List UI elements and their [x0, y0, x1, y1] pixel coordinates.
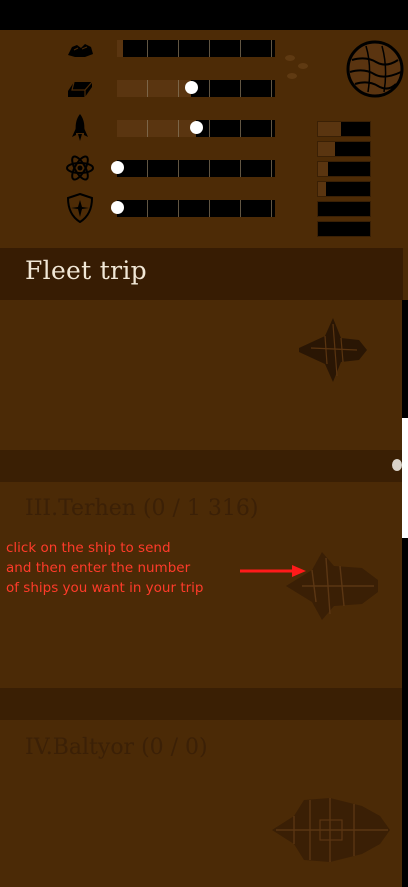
atom-icon [64, 152, 96, 184]
capacity-bar [317, 181, 371, 197]
ship-icon[interactable] [270, 790, 392, 872]
metal-ore-icon [64, 34, 96, 66]
hint-line: of ships you want in your trip [6, 580, 204, 596]
resource-row-ingot [0, 80, 300, 102]
shield-star-icon [64, 192, 96, 224]
capacity-bar [317, 221, 371, 237]
rocket-icon [64, 112, 96, 144]
hint-line: click on the ship to send [6, 540, 171, 556]
atom-slider[interactable] [111, 160, 275, 177]
top-bar [0, 0, 408, 30]
capacity-bar [317, 201, 371, 217]
capacity-bar [317, 121, 371, 137]
resource-row-atom [0, 155, 300, 182]
asteroid-dots-icon [283, 52, 311, 82]
hint-line: and then enter the number [6, 560, 191, 576]
page-title: Fleet trip [25, 256, 147, 285]
drag-handle[interactable] [392, 459, 402, 471]
resource-row-ore [0, 40, 300, 62]
ore-slider[interactable] [117, 40, 275, 57]
capacity-bar [317, 161, 371, 177]
ingot-slider[interactable] [117, 80, 275, 97]
planet-label: IV.Baltyor (0 / 0) [25, 735, 208, 760]
shield-slider[interactable] [111, 200, 275, 217]
resource-row-shield [0, 193, 300, 223]
ship-icon[interactable] [297, 316, 369, 384]
ingot-icon [64, 72, 96, 104]
slider-knob[interactable] [111, 161, 124, 174]
scrollbar-thumb[interactable] [402, 418, 408, 538]
capacity-bar [317, 141, 371, 157]
list-separator [0, 688, 402, 720]
scrollbar-track[interactable] [402, 300, 408, 887]
instruction-overlay: click on the ship to send and then enter… [6, 538, 266, 598]
resource-row-rocket [0, 114, 300, 142]
slider-knob[interactable] [190, 121, 203, 134]
slider-knob[interactable] [111, 201, 124, 214]
screen: Fleet trip III.Terhen (0 / 1 316) click … [0, 0, 408, 887]
ship-icon[interactable] [282, 548, 382, 624]
planet-label: III.Terhen (0 / 1 316) [25, 496, 259, 521]
rocket-slider[interactable] [117, 120, 275, 137]
list-separator [0, 450, 402, 482]
planet-icon[interactable] [346, 40, 404, 98]
